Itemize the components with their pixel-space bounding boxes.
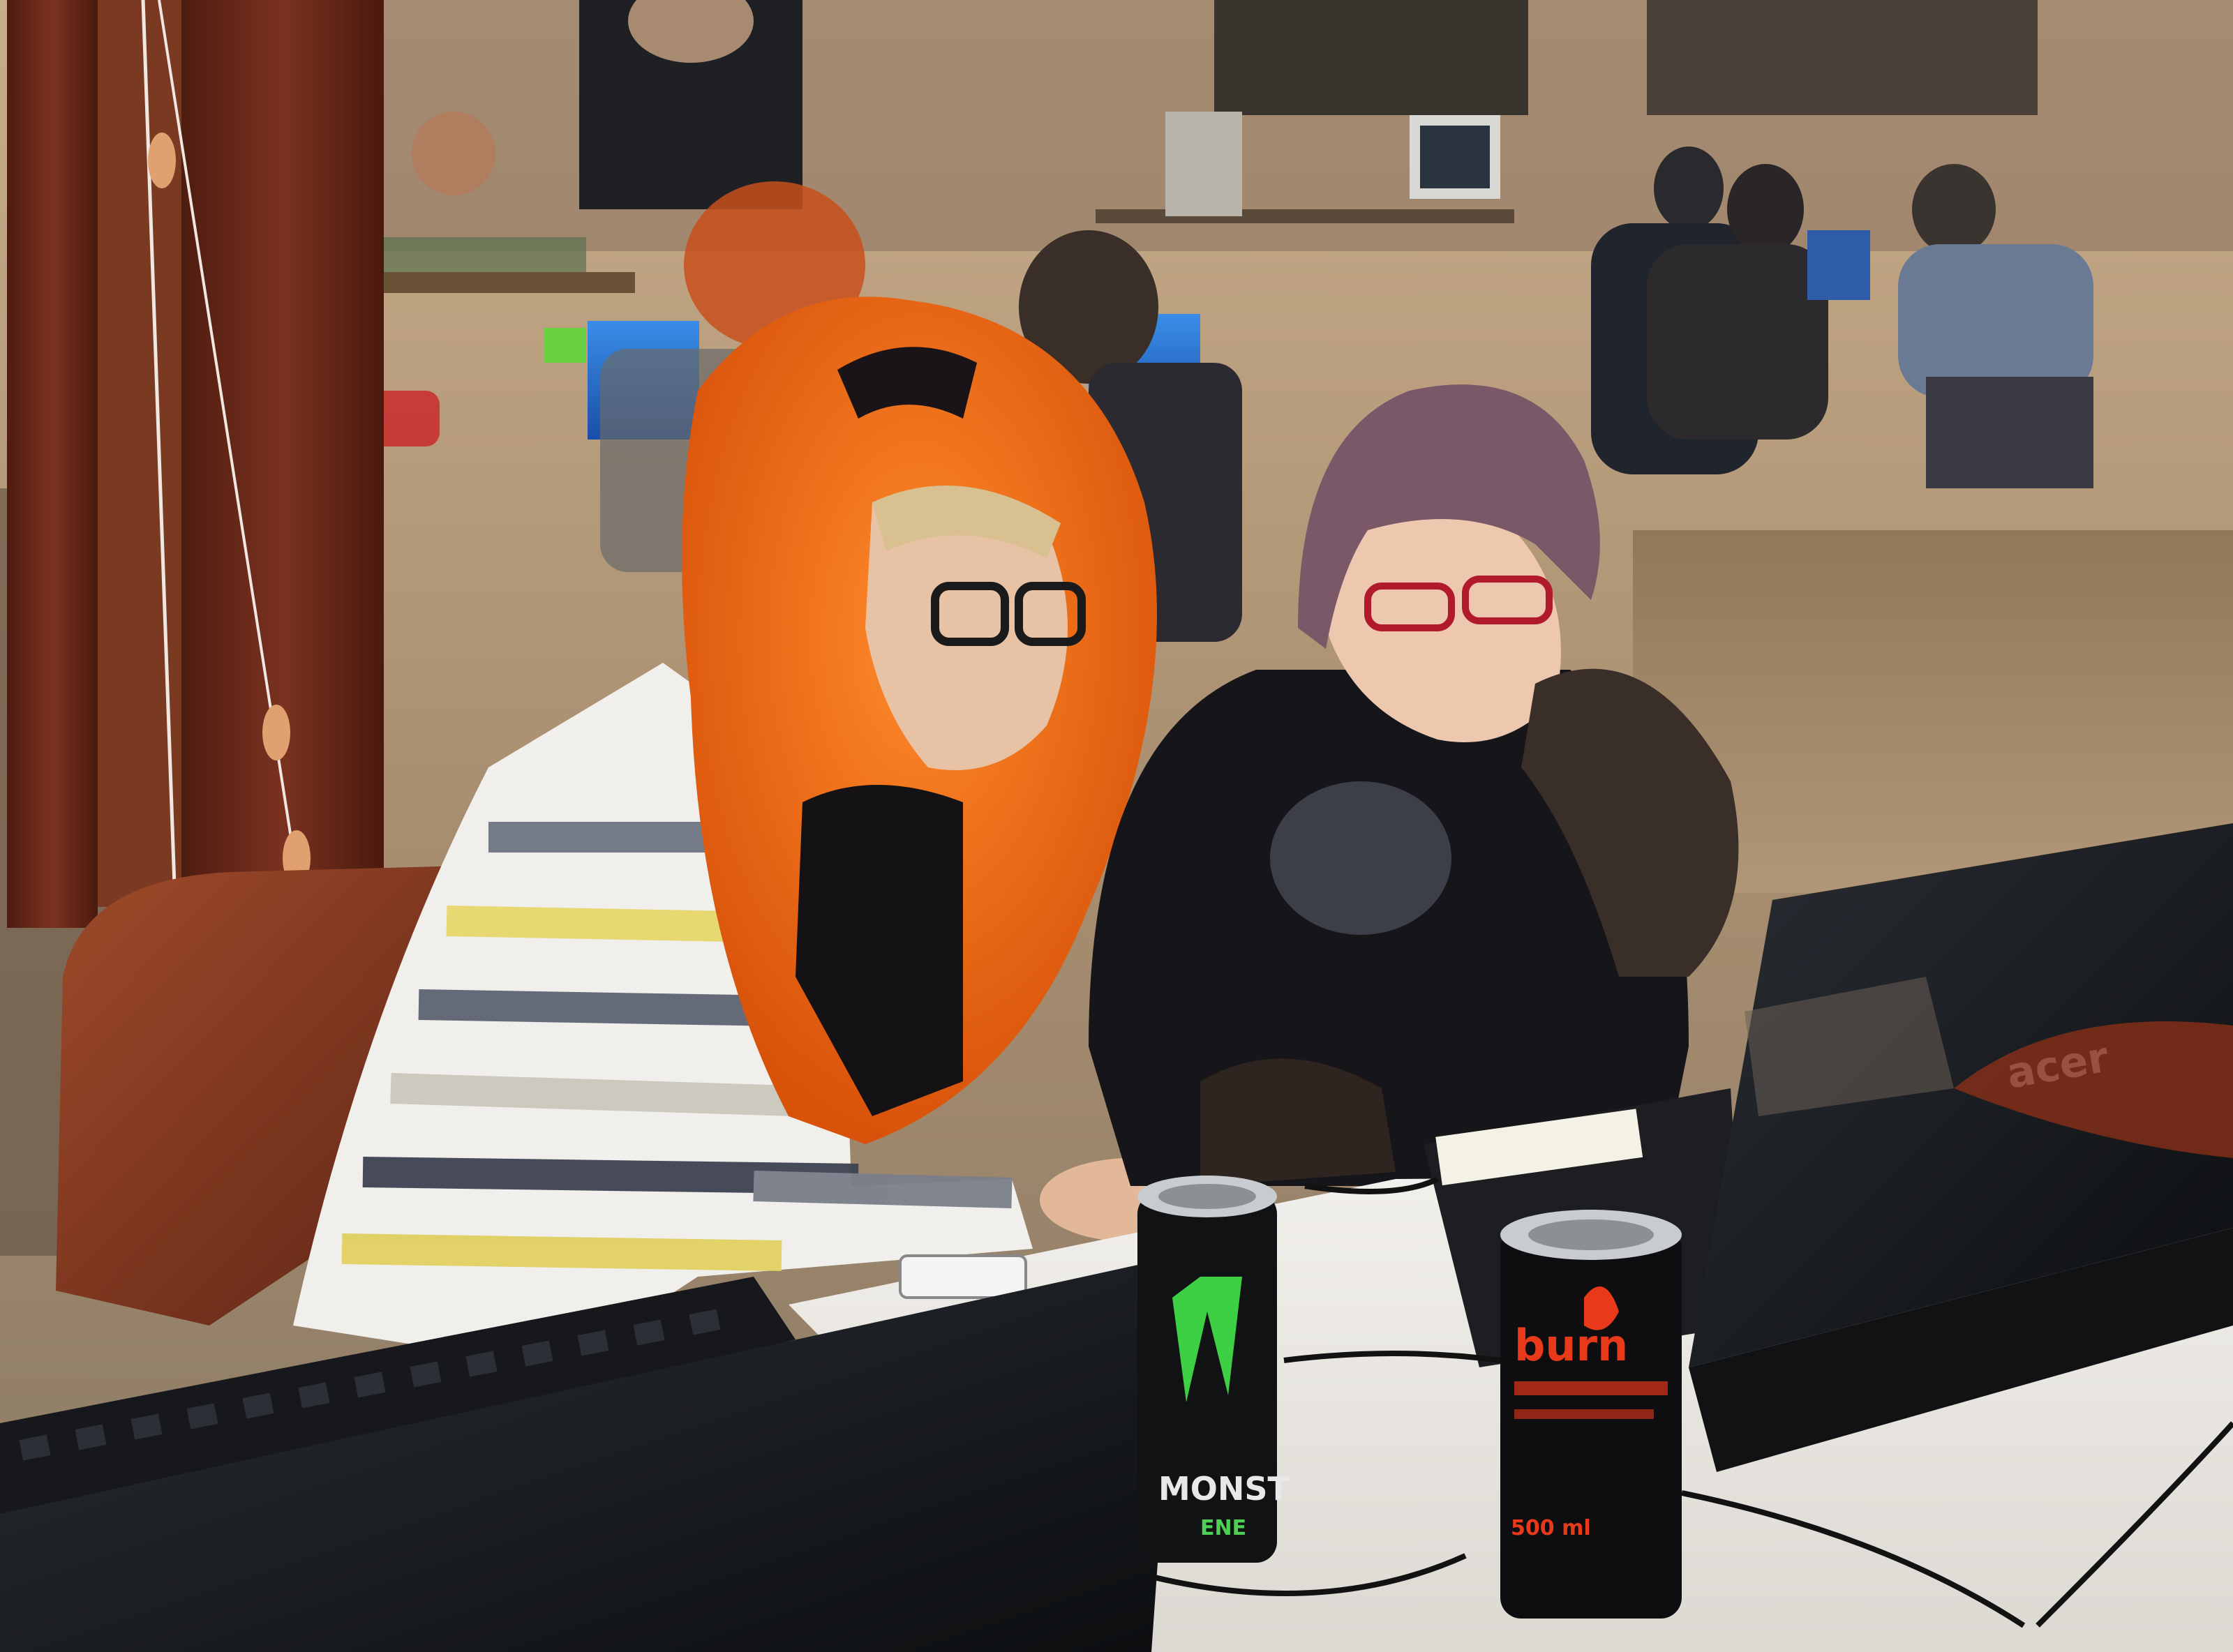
blind-cord-pull: [148, 133, 176, 188]
tshirt-print: [1270, 781, 1451, 935]
background-person-2: [1912, 164, 1996, 255]
smartphone: [899, 1254, 1027, 1299]
monster-can-label: MONST: [1158, 1470, 1290, 1508]
monster-can-sublabel: ENE: [1200, 1516, 1246, 1540]
wall-painting-left: [1214, 0, 1528, 115]
monster-energy-can: MONST ENE: [1137, 1176, 1290, 1563]
background-person-1: [1654, 147, 1724, 230]
wall-painting-right: [1647, 0, 2038, 115]
wooden-window-frame: [7, 0, 384, 928]
burn-can-volume: 500 ml: [1511, 1516, 1591, 1540]
background-laptop-screen: [1807, 230, 1870, 300]
photo-scene: acer MONST ENE burn 500 ml: [0, 0, 2233, 1652]
burn-can-label: burn: [1514, 1320, 1628, 1371]
photo-canvas: acer MONST ENE burn 500 ml: [0, 0, 2233, 1652]
burn-energy-can: burn 500 ml: [1500, 1210, 1682, 1619]
